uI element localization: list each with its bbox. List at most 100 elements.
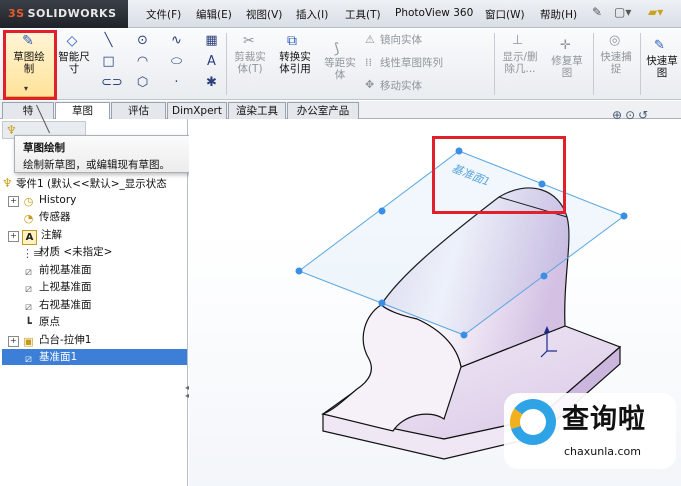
plane-handle[interactable] [620,212,628,220]
tree-item-label: History [39,194,77,206]
tree-item-label: 材质 <未指定> [39,246,113,258]
tree-item-label: 注解 [41,229,62,241]
plane-icon: ⧄ [25,265,32,278]
menu-window[interactable]: 窗口(W) [485,7,525,23]
tree-item-sensors[interactable]: ◔ 传感器 [8,209,71,225]
pin-icon[interactable]: ✎ [592,5,602,23]
tree-item-origin[interactable]: ┗ 原点 [8,314,60,330]
plane-handle[interactable] [295,267,303,275]
tooltip-description: 绘制新草图，或编辑现有草图。 [23,159,170,171]
new-document-icon[interactable]: ▢▾ [614,5,631,23]
tree-item-top-plane[interactable]: ⧄ 上视基准面 [8,279,92,295]
solidworks-logo[interactable]: 3S SOLIDWORKS [0,0,128,28]
menu-help[interactable]: 帮助(H) [540,7,577,23]
display-delete-relations-icon: ⊥ [512,33,524,48]
tree-root-label: 零件1 (默认<<默认>_显示状态 [16,178,167,190]
tooltip-title: 草图绘制 [23,142,65,154]
arc-tool-icon[interactable]: ◠ [135,55,150,69]
smart-dimension-label[interactable]: 智能尺 寸 [54,51,94,75]
menu-edit[interactable]: 编辑(E) [196,7,232,23]
extrude-icon: ▣ [23,335,34,348]
tree-item-boss-extrude[interactable]: + ▣ 凸台-拉伸1 [8,332,91,348]
expand-toggle[interactable]: + [8,231,19,242]
menu-file[interactable]: 文件(F) [146,7,181,23]
tree-item-label: 上视基准面 [39,281,92,293]
ribbon-separator [640,33,641,95]
history-icon: ◷ [23,195,34,208]
annotation-icon: A [22,230,37,245]
move-entities-label[interactable]: 移动实体 [380,80,422,92]
ribbon-separator [593,33,594,95]
ribbon-separator [494,33,495,95]
display-delete-relations-label[interactable]: 显示/删 除几... [497,51,543,75]
smart-dimension-icon: ◇ [66,33,78,49]
menu-insert[interactable]: 插入(I) [296,7,328,23]
sketch-tooltip: 草图绘制 绘制新草图，或编辑现有草图。 [14,135,206,173]
slot-tool-icon[interactable]: ⊂⊃ [101,76,123,90]
repair-sketch-label[interactable]: 修复草 图 [545,55,589,79]
open-folder-icon[interactable]: ▰▾ [648,5,663,23]
tab-evaluate[interactable]: 评估 [111,102,166,119]
centerline-tool-icon[interactable]: ✱ [204,76,219,90]
point-tool-icon[interactable]: · [169,76,184,90]
rapid-sketch-label[interactable]: 快速草 图 [642,55,681,79]
trim-icon: ✂ [243,33,255,49]
trim-entities-label[interactable]: 剪裁实 体(T) [229,51,271,75]
tree-item-label: 原点 [39,316,60,328]
tab-sketch[interactable]: 草图 [55,102,110,119]
plane-handle[interactable] [378,207,386,215]
plane-handle[interactable] [540,272,548,280]
text-tool-icon[interactable]: A [204,55,219,69]
convert-entities-icon: ⧉ [287,33,297,49]
tree-item-history[interactable]: + ◷ History [8,192,76,208]
plane-icon: ⧄ [25,300,32,313]
ellipse-tool-icon[interactable]: ⬭ [169,55,184,69]
spline-tool-icon[interactable]: ∿ [169,34,184,48]
circle-tool-icon[interactable]: ⊙ [135,34,150,48]
tree-item-label: 基准面1 [39,351,78,363]
offset-icon: ⟆ [334,41,340,57]
tree-item-label: 传感器 [39,211,71,223]
sensor-icon: ◔ [23,212,34,225]
quick-snaps-label[interactable]: 快速捕 捉 [595,51,637,75]
plane-grid-tool-icon[interactable]: ▦ [204,34,219,48]
rectangle-tool-icon[interactable]: □ [101,55,116,69]
tree-item-label: 凸台-拉伸1 [39,334,92,346]
tab-features[interactable]: 特 [2,102,54,119]
linear-pattern-label[interactable]: 线性草图阵列 [380,57,443,69]
linear-pattern-icon: ⁞⁞ [365,56,372,69]
tree-item-label: 右视基准面 [39,299,92,311]
offset-entities-label[interactable]: 等距实 体 [320,57,360,81]
material-icon: ⋮≡ [22,247,43,260]
mirror-icon: ⚠ [365,33,375,46]
tab-dimxpert[interactable]: DimXpert [167,102,227,119]
polygon-tool-icon[interactable]: ⬡ [135,76,150,90]
menu-tools[interactable]: 工具(T) [345,7,381,23]
plane-handle[interactable] [378,299,386,307]
menu-view[interactable]: 视图(V) [246,7,282,23]
convert-entities-label[interactable]: 转换实 体引用 [272,51,318,75]
tab-render-tools[interactable]: 渲染工具 [228,102,286,119]
tree-root-part[interactable]: ♆ 零件1 (默认<<默认>_显示状态 [2,174,188,192]
quick-snaps-icon: ◎ [609,33,621,48]
tree-item-material[interactable]: ⋮≡材质 <未指定> [8,244,112,260]
menu-photoview[interactable]: PhotoView 360 [395,7,473,23]
plane-handle[interactable] [460,331,468,339]
origin-icon: ┗ [25,317,32,330]
ribbon-separator [226,33,227,95]
expand-toggle[interactable]: + [8,196,19,207]
line-tool-icon[interactable]: ╲ [101,34,116,48]
watermark: 查询啦 chaxunla.com [504,393,676,469]
expand-toggle[interactable]: + [8,336,19,347]
tree-item-right-plane[interactable]: ⧄ 右视基准面 [8,297,92,313]
mirror-entities-label[interactable]: 镜向实体 [380,34,422,46]
watermark-url: chaxunla.com [564,445,641,458]
tree-item-front-plane[interactable]: ⧄ 前视基准面 [8,262,92,278]
rapid-sketch-icon: ✎ [654,38,665,53]
ds-logo-mark: 3S [8,7,25,20]
tree-item-annotations[interactable]: + A 注解 [8,227,62,245]
plane-icon: ⧄ [25,352,32,365]
repair-sketch-icon: ✛ [560,38,571,53]
tab-office-products[interactable]: 办公室产品 [287,102,359,119]
tree-item-plane1[interactable]: ⧄ 基准面1 [8,349,77,365]
